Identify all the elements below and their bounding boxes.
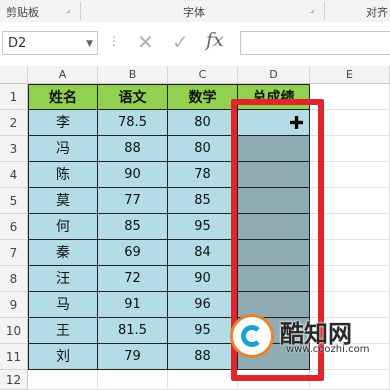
name-box-value: D2 — [8, 36, 27, 51]
name-cell[interactable]: 汪 — [28, 266, 98, 292]
chinese-score-cell[interactable]: 78.5 — [98, 110, 168, 136]
column-header[interactable]: A — [28, 66, 98, 84]
formula-bar-resize-handle[interactable]: ⋮ — [108, 34, 120, 48]
empty-cell[interactable] — [28, 370, 98, 390]
chinese-score-cell[interactable]: 85 — [98, 214, 168, 240]
row-header[interactable]: 5 — [0, 188, 28, 214]
chinese-score-cell[interactable]: 88 — [98, 136, 168, 162]
row-header[interactable]: 4 — [0, 162, 28, 188]
watermark-url: www.coozhi.com — [286, 344, 370, 355]
name-cell[interactable]: 秦 — [28, 240, 98, 266]
table-header-cell[interactable]: 姓名 — [28, 84, 98, 110]
math-score-cell[interactable]: 95 — [168, 214, 238, 240]
alignment-group-label: 对齐 — [366, 6, 388, 19]
formula-input[interactable] — [240, 31, 390, 55]
row-header[interactable]: 11 — [0, 344, 28, 370]
chinese-score-cell[interactable]: 90 — [98, 162, 168, 188]
enter-icon[interactable]: ✓ — [172, 30, 189, 54]
row-header[interactable]: 6 — [0, 214, 28, 240]
cell-select-cursor-icon: ✚ — [289, 113, 305, 134]
row-header[interactable]: 3 — [0, 136, 28, 162]
cancel-icon[interactable]: ✕ — [137, 30, 154, 54]
empty-cell[interactable] — [168, 370, 238, 390]
row-header[interactable]: 8 — [0, 266, 28, 292]
column-header[interactable]: B — [98, 66, 168, 84]
math-score-cell[interactable]: 85 — [168, 188, 238, 214]
table-header-cell[interactable]: 数学 — [168, 84, 238, 110]
name-box[interactable]: D2 ▼ — [2, 31, 98, 55]
insert-function-icon[interactable]: fx — [206, 29, 224, 51]
font-launcher-icon[interactable]: ⌟ — [310, 5, 314, 15]
chinese-score-cell[interactable]: 79 — [98, 344, 168, 370]
name-cell[interactable]: 莫 — [28, 188, 98, 214]
column-header[interactable]: E — [310, 66, 390, 84]
row-header[interactable]: 2 — [0, 110, 28, 136]
row-header[interactable]: 10 — [0, 318, 28, 344]
name-cell[interactable]: 马 — [28, 292, 98, 318]
name-cell[interactable]: 李 — [28, 110, 98, 136]
chevron-down-icon[interactable]: ▼ — [86, 32, 93, 56]
watermark: 酷知网 www.coozhi.com — [228, 308, 390, 366]
row-header[interactable]: 9 — [0, 292, 28, 318]
table-header-cell[interactable]: 语文 — [98, 84, 168, 110]
chinese-score-cell[interactable]: 81.5 — [98, 318, 168, 344]
chinese-score-cell[interactable]: 69 — [98, 240, 168, 266]
select-all-corner[interactable] — [0, 66, 28, 84]
column-header[interactable]: C — [168, 66, 238, 84]
ribbon-divider — [324, 2, 325, 20]
row-header[interactable]: 12 — [0, 370, 28, 390]
math-score-cell[interactable]: 78 — [168, 162, 238, 188]
row-header[interactable]: 7 — [0, 240, 28, 266]
empty-cell[interactable] — [98, 370, 168, 390]
name-cell[interactable]: 何 — [28, 214, 98, 240]
coozhi-logo-icon — [230, 314, 274, 358]
chinese-score-cell[interactable]: 77 — [98, 188, 168, 214]
name-cell[interactable]: 陈 — [28, 162, 98, 188]
chinese-score-cell[interactable]: 72 — [98, 266, 168, 292]
math-score-cell[interactable]: 80 — [168, 110, 238, 136]
clipboard-launcher-icon[interactable]: ⌟ — [66, 5, 70, 15]
ribbon-divider — [80, 2, 81, 20]
row-header[interactable]: 1 — [0, 84, 28, 110]
math-score-cell[interactable]: 84 — [168, 240, 238, 266]
name-cell[interactable]: 王 — [28, 318, 98, 344]
chinese-score-cell[interactable]: 91 — [98, 292, 168, 318]
font-group-label: 字体 — [183, 6, 205, 19]
ribbon-group-bar: 剪贴板 ⌟ 字体 ⌟ 对齐 — [0, 0, 390, 23]
math-score-cell[interactable]: 90 — [168, 266, 238, 292]
clipboard-group-label: 剪贴板 — [6, 6, 39, 19]
column-header[interactable]: D — [238, 66, 310, 84]
name-cell[interactable]: 冯 — [28, 136, 98, 162]
math-score-cell[interactable]: 80 — [168, 136, 238, 162]
name-cell[interactable]: 刘 — [28, 344, 98, 370]
formula-bar: D2 ▼ ⋮ ✕ ✓ fx — [0, 22, 390, 67]
